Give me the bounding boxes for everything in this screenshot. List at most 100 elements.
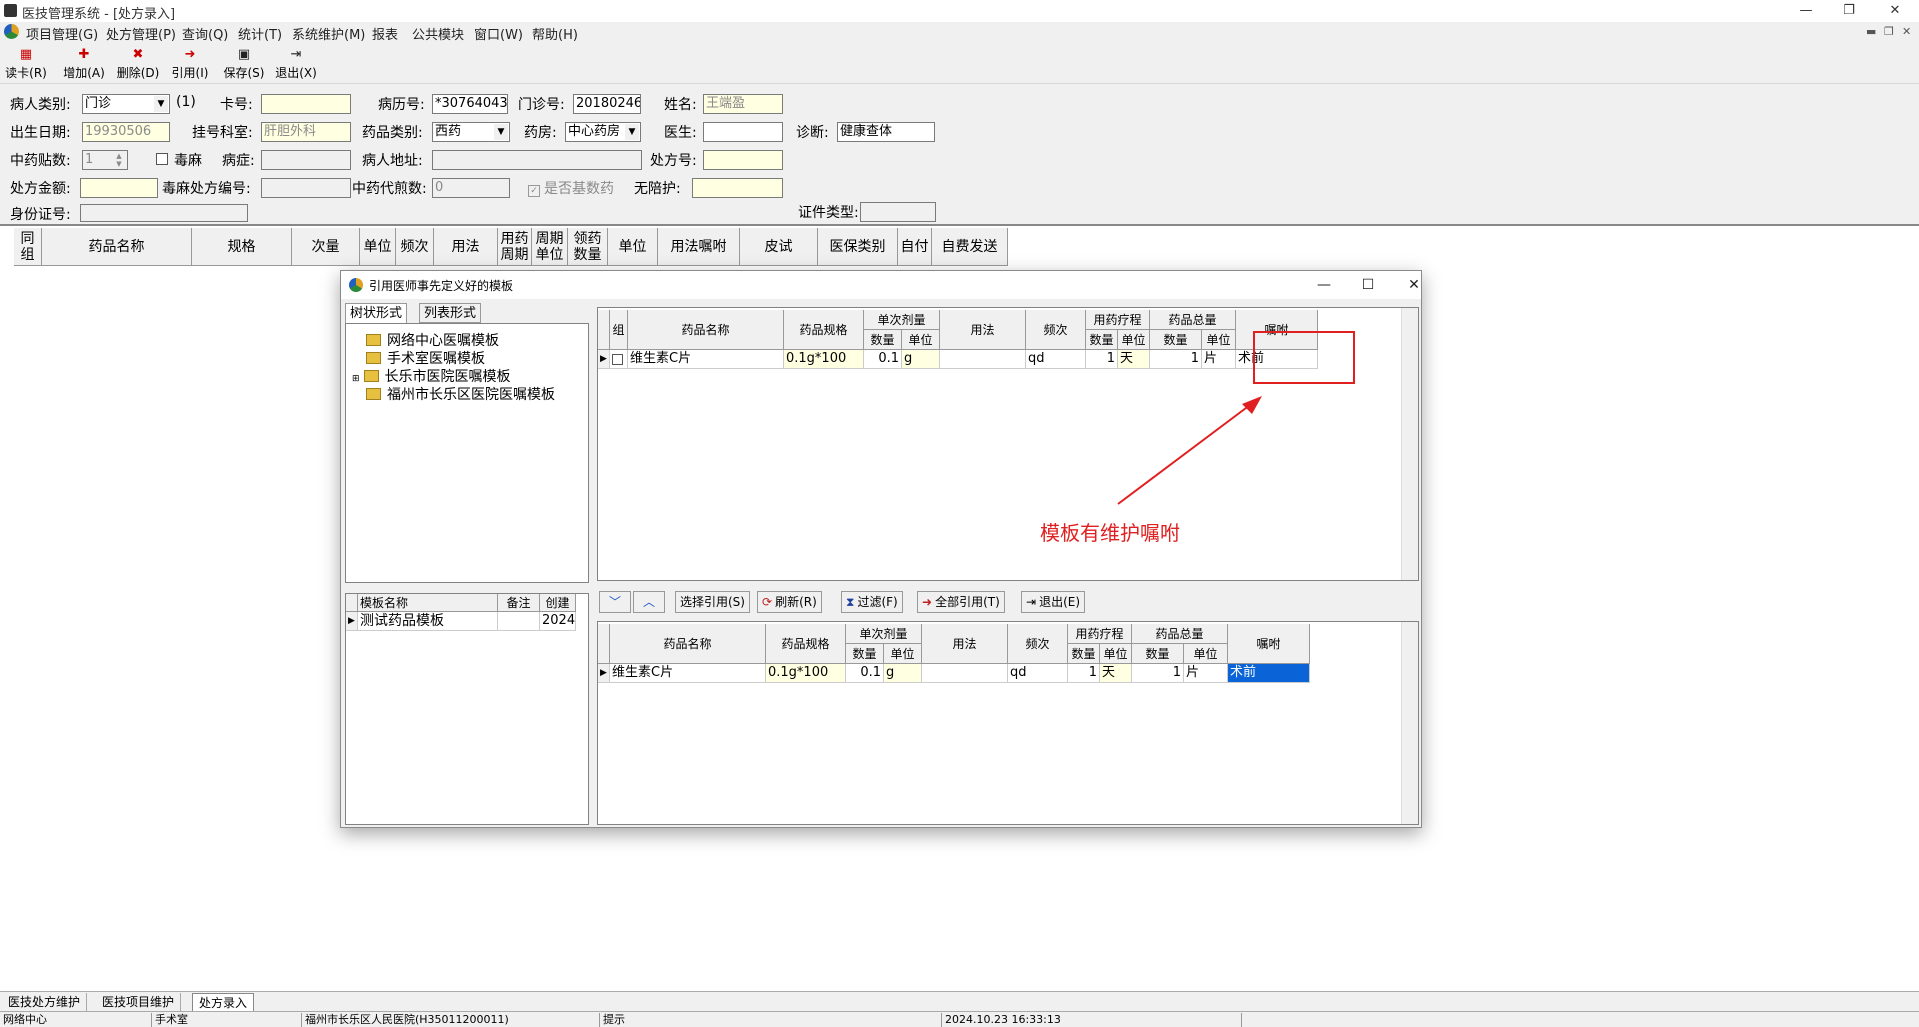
tab-tree[interactable]: 树状形式 xyxy=(345,303,408,323)
tpl-grid-row-total[interactable]: 1 xyxy=(1150,350,1202,369)
tpl-grid-row-course[interactable]: 1 xyxy=(1086,350,1118,369)
tree-item-fuzhou[interactable]: 福州市长乐区医院医嘱模板 xyxy=(366,384,555,404)
filter-button[interactable]: ⧗ 过滤(F) xyxy=(841,591,903,613)
birth-field[interactable]: 19930506 xyxy=(82,122,170,142)
tpl-grid-header-freq: 频次 xyxy=(1026,310,1086,350)
close-button[interactable]: ✕ xyxy=(1872,0,1918,22)
dialog-maximize-button[interactable]: ☐ xyxy=(1353,275,1383,295)
sel-grid-row-total-unit[interactable]: 片 xyxy=(1184,664,1228,683)
diagnosis-field[interactable]: 健康查体 xyxy=(837,122,935,142)
minimize-button[interactable]: — xyxy=(1783,0,1829,22)
dialog-close-button[interactable]: ✕ xyxy=(1399,275,1429,295)
sel-grid-row-name[interactable]: 维生素C片 xyxy=(610,664,766,683)
dialog-exit-button[interactable]: ⇥ 退出(E) xyxy=(1021,591,1086,613)
save-button[interactable]: ▣ 保存(S) xyxy=(220,46,268,82)
tree-item-surgery[interactable]: 手术室医嘱模板 xyxy=(366,348,485,368)
sel-grid-row-dose[interactable]: 0.1 xyxy=(846,664,884,683)
sel-grid-scrollbar[interactable] xyxy=(1401,622,1418,824)
patient-type-select[interactable]: 门诊 ▼ xyxy=(82,94,170,114)
menu-help[interactable]: 帮助(H) xyxy=(532,24,578,43)
sel-grid-row-freq[interactable]: qd xyxy=(1008,664,1068,683)
tpl-grid-row-usage[interactable] xyxy=(940,350,1026,369)
narcotic-rx-field[interactable] xyxy=(261,178,351,198)
add-button[interactable]: ✚ 增加(A) xyxy=(60,46,108,82)
sel-grid-row-advice[interactable]: 术前 xyxy=(1228,664,1310,683)
tpl-row-created[interactable]: 2024 xyxy=(540,612,576,631)
record-no-field[interactable]: *30764043 xyxy=(432,94,508,114)
window-title: 医技管理系统 - [处方录入] xyxy=(22,7,176,22)
move-up-button[interactable]: ︿ xyxy=(633,591,665,613)
tree-item-changle[interactable]: ⊞ 长乐市医院医嘱模板 xyxy=(352,366,511,386)
chevron-down-icon: ▼ xyxy=(154,96,168,112)
menu-public[interactable]: 公共模块 xyxy=(412,24,464,43)
mdi-restore-icon[interactable]: ❐ xyxy=(1884,25,1894,38)
narcotic-checkbox[interactable]: 毒麻 xyxy=(156,150,202,170)
quote-all-button[interactable]: ➜ 全部引用(T) xyxy=(917,591,1005,613)
tpl-grid-scrollbar[interactable] xyxy=(1401,308,1418,580)
col-period: 用药周期 xyxy=(498,228,532,266)
select-quote-button[interactable]: 选择引用(S) xyxy=(675,591,750,613)
cert-type-field[interactable] xyxy=(860,202,936,222)
clinic-no-field[interactable]: 20180246 xyxy=(573,94,641,114)
tab-tech-item[interactable]: 医技项目维护 xyxy=(96,993,182,1011)
menu-window[interactable]: 窗口(W) xyxy=(474,24,523,43)
sel-grid-row-course[interactable]: 1 xyxy=(1068,664,1100,683)
tpl-grid-row-course-unit[interactable]: 天 xyxy=(1118,350,1150,369)
doctor-field[interactable] xyxy=(703,122,783,142)
tpl-grid-row-dose[interactable]: 0.1 xyxy=(864,350,902,369)
herbal-count-stepper[interactable]: 1 ▲ ▼ xyxy=(82,150,128,170)
menu-statistics[interactable]: 统计(T) xyxy=(238,24,282,43)
symptom-field[interactable] xyxy=(261,150,351,170)
dialog-title-bar: 引用医师事先定义好的模板 — ☐ ✕ xyxy=(341,271,1421,299)
sel-grid-row-usage[interactable] xyxy=(922,664,1008,683)
menu-prescription[interactable]: 处方管理(P) xyxy=(106,24,176,43)
tree-item-network[interactable]: 网络中心医嘱模板 xyxy=(366,330,499,350)
no-escort-label: 无陪护: xyxy=(634,181,681,197)
sel-grid-row-spec[interactable]: 0.1g*100 xyxy=(766,664,846,683)
mdi-minimize-icon[interactable]: ▬ xyxy=(1866,25,1876,38)
no-escort-field[interactable] xyxy=(692,178,783,198)
tpl-grid-row-dose-unit[interactable]: g xyxy=(902,350,940,369)
tpl-row-name[interactable]: 测试药品模板 xyxy=(358,612,498,631)
move-down-button[interactable]: ﹀ xyxy=(599,591,631,613)
id-field[interactable] xyxy=(80,204,248,222)
birth-label: 出生日期: xyxy=(10,125,71,141)
address-field[interactable] xyxy=(432,150,642,170)
mdi-close-icon[interactable]: ✕ xyxy=(1902,25,1911,38)
tpl-grid-row-spec[interactable]: 0.1g*100 xyxy=(784,350,864,369)
sel-grid-row-total[interactable]: 1 xyxy=(1132,664,1184,683)
expand-icon[interactable]: ⊞ xyxy=(352,374,360,384)
dialog-minimize-button[interactable]: — xyxy=(1309,275,1339,295)
quote-button[interactable]: ➜ 引用(I) xyxy=(166,46,214,82)
dept-field[interactable]: 肝胆外科 xyxy=(261,122,351,142)
rx-no-field[interactable] xyxy=(703,150,783,170)
menu-system[interactable]: 系统维护(M) xyxy=(292,24,365,43)
decoct-field[interactable]: 0 xyxy=(432,178,510,198)
sel-grid-row-dose-unit[interactable]: g xyxy=(884,664,922,683)
tab-rx-entry[interactable]: 处方录入 xyxy=(192,993,255,1013)
pharmacy-select[interactable]: 中心药房 ▼ xyxy=(565,122,641,142)
maximize-button[interactable]: ❐ xyxy=(1826,0,1872,22)
name-field[interactable]: 王端盈 xyxy=(703,94,783,114)
exit-button[interactable]: ⇥ 退出(X) xyxy=(272,46,320,82)
tpl-grid-row-checkbox[interactable] xyxy=(610,350,628,369)
tpl-grid-row-freq[interactable]: qd xyxy=(1026,350,1086,369)
basic-drug-checkbox[interactable]: ✓ 是否基数药 xyxy=(528,178,614,198)
tpl-row-note[interactable] xyxy=(498,612,540,631)
rx-amount-field[interactable] xyxy=(80,178,158,198)
delete-button[interactable]: ✖ 删除(D) xyxy=(114,46,162,82)
sel-grid-row-course-unit[interactable]: 天 xyxy=(1100,664,1132,683)
tab-tech-rx[interactable]: 医技处方维护 xyxy=(2,993,88,1011)
tpl-grid-row-name[interactable]: 维生素C片 xyxy=(628,350,784,369)
menu-query[interactable]: 查询(Q) xyxy=(182,24,228,43)
dialog-title: 引用医师事先定义好的模板 xyxy=(369,279,514,293)
read-card-button[interactable]: ▦ 读卡(R) xyxy=(2,46,50,82)
menu-project[interactable]: 项目管理(G) xyxy=(26,24,98,43)
refresh-button[interactable]: ⟳ 刷新(R) xyxy=(757,591,822,613)
tab-list[interactable]: 列表形式 xyxy=(419,303,482,323)
menu-report[interactable]: 报表 xyxy=(372,24,398,43)
drug-type-select[interactable]: 西药 ▼ xyxy=(432,122,510,142)
card-no-field[interactable] xyxy=(261,94,351,114)
checkbox-checked-icon: ✓ xyxy=(528,185,540,197)
tpl-grid-row-total-unit[interactable]: 片 xyxy=(1202,350,1236,369)
